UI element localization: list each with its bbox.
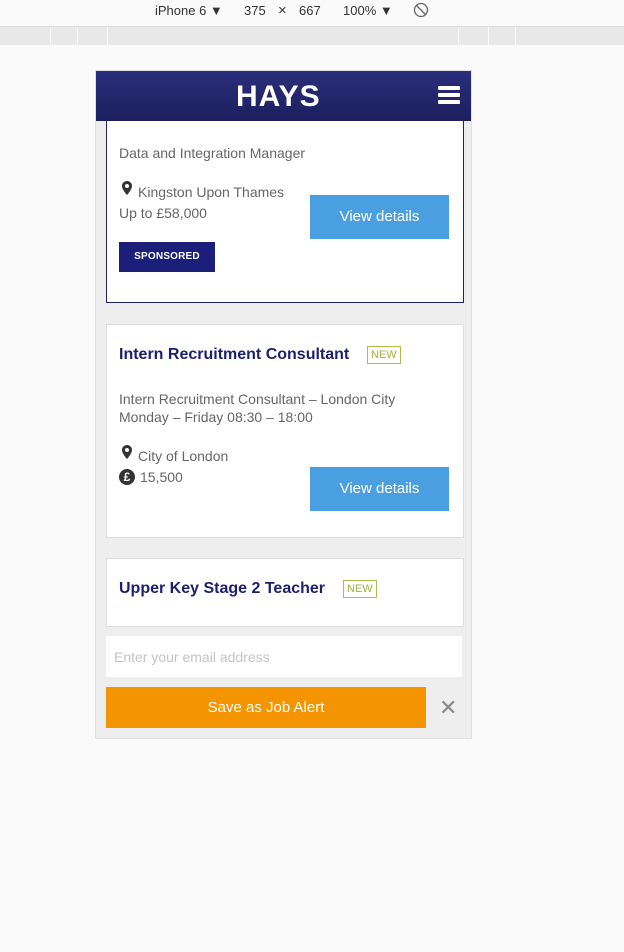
save-job-alert-button[interactable]: Save as Job Alert (106, 687, 426, 728)
job-subtitle: Data and Integration Manager (119, 145, 306, 161)
mobile-viewport: HAYS Data and Integration Manager Kingst… (95, 70, 472, 739)
job-title[interactable]: Upper Key Stage 2 Teacher (119, 580, 325, 598)
zoom-select[interactable]: 100% ▼ (343, 3, 393, 18)
viewport-height[interactable]: 667 (299, 3, 321, 18)
job-description-line-2: Monday – Friday 08:30 – 18:00 (119, 409, 313, 425)
rotate-icon[interactable] (413, 2, 429, 21)
location-pin-icon (122, 181, 132, 195)
job-salary: 15,500 (140, 469, 183, 485)
new-badge: NEW (367, 346, 401, 364)
job-description-line-1: Intern Recruitment Consultant – London C… (119, 391, 396, 407)
viewport-width[interactable]: 375 (244, 3, 266, 18)
email-field[interactable] (106, 636, 462, 677)
dimension-separator: × (278, 2, 287, 19)
sponsored-badge: SPONSORED (119, 242, 215, 272)
job-location: City of London (138, 448, 229, 464)
job-card[interactable]: Upper Key Stage 2 Teacher NEW (106, 558, 464, 627)
job-title[interactable]: Intern Recruitment Consultant (119, 346, 349, 364)
job-salary: Up to £58,000 (119, 205, 207, 221)
job-card-sponsored: Data and Integration Manager Kingston Up… (106, 121, 464, 303)
location-pin-icon (122, 445, 132, 459)
job-location: Kingston Upon Thames (138, 184, 285, 200)
hamburger-menu-icon[interactable] (438, 86, 460, 104)
new-badge: NEW (343, 580, 377, 598)
hays-logo[interactable]: HAYS (236, 80, 321, 114)
device-select[interactable]: iPhone 6 ▼ (155, 3, 223, 18)
devtools-toolbar: iPhone 6 ▼ 375 × 667 100% ▼ (0, 0, 624, 25)
view-details-button[interactable]: View details (310, 467, 449, 511)
site-header: HAYS (96, 71, 471, 121)
view-details-button[interactable]: View details (310, 195, 449, 239)
pound-icon: £ (119, 469, 135, 485)
job-card[interactable]: Intern Recruitment Consultant NEW Intern… (106, 324, 464, 538)
close-icon[interactable]: ✕ (439, 697, 457, 719)
devtools-ruler (0, 26, 624, 46)
